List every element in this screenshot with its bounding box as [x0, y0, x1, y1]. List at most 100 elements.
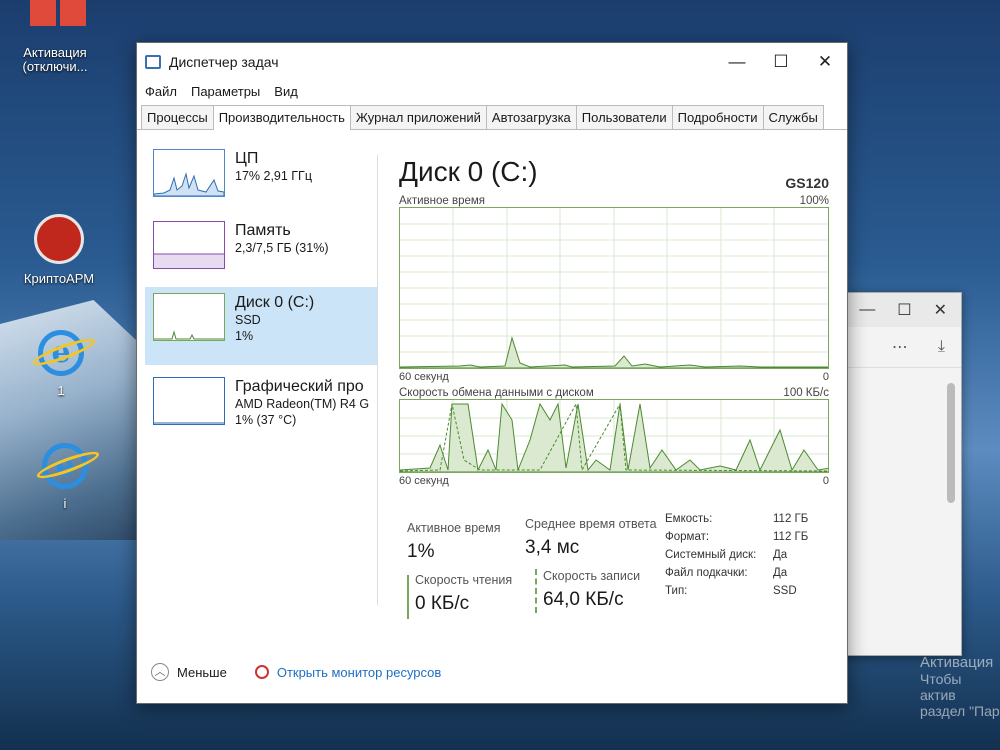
tab-details[interactable]: Подробности	[671, 105, 764, 129]
close-button[interactable]: ✕	[803, 52, 847, 72]
disk-thumbnail-graph	[153, 293, 225, 341]
tab-services[interactable]: Службы	[762, 105, 824, 129]
tab-processes[interactable]: Процессы	[141, 105, 214, 129]
internet-explorer-icon: e	[38, 330, 84, 376]
close-icon[interactable]: ✕	[934, 300, 947, 320]
task-manager-icon	[145, 55, 161, 69]
disk-stats: Активное время 1% Среднее время ответа 3…	[407, 513, 837, 633]
graph-time: 60 секунд	[399, 475, 449, 487]
desktop-icon-cryptoarm[interactable]: КриптоАРМ	[14, 214, 104, 286]
prop-value: 112 ГБ	[773, 531, 809, 543]
graph-min: 0	[822, 371, 829, 383]
read-rate-indicator	[407, 575, 409, 619]
minimize-icon[interactable]: —	[859, 301, 875, 319]
prop-value: Да	[773, 549, 788, 561]
active-time-graph	[399, 207, 829, 369]
pane-divider[interactable]	[377, 155, 378, 605]
task-manager-window[interactable]: Диспетчер задач — ☐ ✕ Файл Параметры Вид…	[136, 42, 848, 704]
resource-sub: 17% 2,91 ГГц	[235, 169, 312, 183]
gpu-thumbnail-graph	[153, 377, 225, 425]
minimize-button[interactable]: —	[715, 52, 759, 72]
prop-key: Емкость:	[665, 513, 713, 525]
stat-label: Скорость записи	[543, 569, 641, 583]
watermark-line: Чтобы актив	[920, 671, 962, 703]
graph-label: Скорость обмена данными с диском	[399, 387, 594, 399]
resource-name: Память	[235, 222, 291, 239]
stat-label: Среднее время ответа	[525, 517, 657, 531]
desktop-icon-ie-1[interactable]: e 1	[16, 330, 106, 398]
write-rate-indicator	[535, 569, 537, 613]
tab-users[interactable]: Пользователи	[575, 105, 673, 129]
active-time-graph-footer: 60 секунд 0	[399, 371, 829, 383]
watermark-line: Активация	[920, 654, 994, 671]
chevron-up-icon[interactable]: ︿	[151, 663, 169, 681]
disk-title: Диск 0 (C:)	[399, 156, 538, 187]
resource-name: ЦП	[235, 150, 259, 167]
desktop-icon-ie-2[interactable]: e i	[20, 443, 110, 511]
resource-item-memory[interactable]: Память 2,3/7,5 ГБ (31%)	[145, 215, 377, 287]
prop-key: Тип:	[665, 585, 688, 597]
memory-thumbnail-graph	[153, 221, 225, 269]
resource-sub: 1% (37 °C)	[235, 413, 297, 427]
more-icon[interactable]: ⋯	[892, 337, 908, 357]
resource-sub: 1%	[235, 329, 254, 343]
stat-value: 1%	[407, 541, 435, 562]
maximize-button[interactable]: ☐	[759, 52, 803, 72]
prop-value: Да	[773, 567, 788, 579]
stat-label: Скорость чтения	[415, 573, 513, 587]
scrollbar[interactable]	[947, 383, 955, 503]
maximize-icon[interactable]: ☐	[897, 300, 911, 320]
disk-detail-panel: Диск 0 (C:) GS120 Активное время 100% 60…	[399, 155, 829, 487]
active-time-graph-header: Активное время 100%	[399, 195, 829, 207]
resource-name: Диск 0 (C:)	[235, 294, 315, 311]
prop-key: Системный диск:	[665, 549, 757, 561]
resource-monitor-icon	[254, 665, 269, 679]
open-resource-monitor-link[interactable]: Открыть монитор ресурсов	[277, 665, 441, 680]
prop-value: 112 ГБ	[773, 513, 809, 525]
cryptoarm-icon	[34, 214, 84, 264]
tab-performance[interactable]: Производительность	[212, 105, 351, 130]
resource-sub: AMD Radeon(TM) R4 G	[235, 397, 370, 411]
graph-min: 0	[822, 475, 829, 487]
menu-view[interactable]: Вид	[274, 84, 298, 99]
resource-item-disk0[interactable]: Диск 0 (C:) SSD 1%	[145, 287, 377, 365]
activation-watermark: Активация Чтобы актив раздел "Пар	[920, 654, 1000, 720]
tab-app-history[interactable]: Журнал приложений	[349, 105, 487, 129]
download-icon[interactable]: ⤓	[938, 338, 945, 356]
resource-name: Графический про	[235, 378, 364, 395]
transfer-rate-graph	[399, 399, 829, 473]
windows-tiles-icon	[10, 0, 100, 40]
resource-sub: 2,3/7,5 ГБ (31%)	[235, 241, 329, 255]
transfer-rate-graph-header: Скорость обмена данными с диском 100 КБ/…	[399, 387, 829, 399]
prop-key: Формат:	[665, 531, 710, 543]
graph-max: 100 КБ/с	[783, 387, 829, 399]
stat-value: 64,0 КБ/с	[543, 589, 624, 610]
graph-time: 60 секунд	[399, 371, 449, 383]
desktop-icon-label: i	[63, 496, 67, 511]
transfer-rate-graph-footer: 60 секунд 0	[399, 475, 829, 487]
resource-item-cpu[interactable]: ЦП 17% 2,91 ГГц	[145, 143, 377, 215]
resource-list: ЦП 17% 2,91 ГГц Память 2,3/7,5 ГБ (31%)	[145, 143, 377, 613]
desktop-icon-label: 1	[57, 383, 65, 398]
desktop-icon-label: Активация (отключи...	[22, 45, 88, 74]
menu-bar: Файл Параметры Вид	[137, 81, 847, 101]
graph-label: Активное время	[399, 195, 486, 207]
cpu-thumbnail-graph	[153, 149, 225, 197]
prop-key: Файл подкачки:	[665, 567, 748, 579]
window-title: Диспетчер задач	[169, 54, 279, 70]
tab-startup[interactable]: Автозагрузка	[485, 105, 577, 129]
footer: ︿ Меньше Открыть монитор ресурсов	[151, 663, 441, 681]
stat-value: 0 КБ/с	[415, 593, 470, 614]
menu-file[interactable]: Файл	[145, 84, 177, 99]
disk-model: GS120	[785, 175, 829, 191]
stat-label: Активное время	[407, 521, 501, 535]
graph-max: 100%	[799, 195, 829, 207]
resource-item-gpu[interactable]: Графический про AMD Radeon(TM) R4 G 1% (…	[145, 371, 377, 443]
desktop-icon-activation[interactable]: Активация (отключи...	[10, 0, 100, 74]
internet-explorer-icon: e	[42, 443, 88, 489]
tab-bar: Процессы Производительность Журнал прило…	[137, 105, 847, 130]
watermark-line: раздел "Пар	[920, 703, 1000, 719]
prop-value: SSD	[773, 585, 797, 597]
menu-options[interactable]: Параметры	[191, 84, 260, 99]
fewer-details-button[interactable]: Меньше	[177, 665, 227, 680]
